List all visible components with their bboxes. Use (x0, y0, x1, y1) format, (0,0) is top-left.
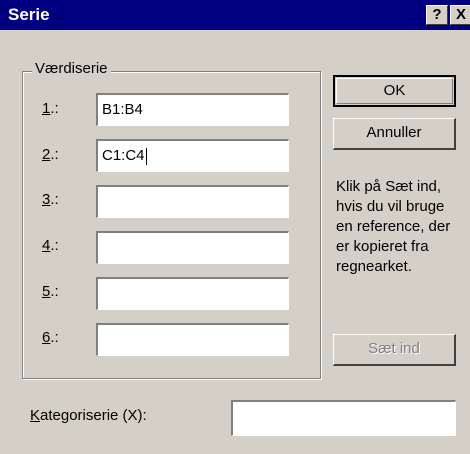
series-3-label-suffix: .: (50, 191, 59, 208)
series-2-field[interactable]: C1:C4 (96, 139, 289, 172)
text-caret (145, 147, 147, 165)
series-4-field[interactable] (96, 231, 289, 264)
dialog-title: Serie (8, 5, 50, 24)
series-6-field[interactable] (96, 323, 289, 356)
category-series-label: Kategoriserie (X): (30, 407, 147, 424)
help-text: Klik på Sæt ind, hvis du vil bruge en re… (336, 178, 451, 275)
ok-button[interactable]: OK (333, 75, 456, 107)
title-bar: Serie ? X (0, 0, 470, 30)
series-6-label-suffix: .: (50, 329, 59, 346)
series-1-label: 1.: (42, 100, 59, 117)
category-series-label-text: ategoriserie (X): (40, 407, 147, 424)
ok-button-label: OK (383, 82, 406, 99)
series-2-value: C1:C4 (102, 147, 145, 164)
series-5-field[interactable] (96, 277, 289, 310)
series-1-label-suffix: .: (50, 100, 59, 117)
series-dialog: Serie ? X Værdiserie 1.: B1:B4 2.: C1:C4… (0, 0, 470, 454)
series-5-label: 5.: (42, 283, 59, 300)
series-1-field[interactable]: B1:B4 (96, 93, 289, 126)
category-series-hotkey: K (30, 407, 41, 424)
series-3-field[interactable] (96, 185, 289, 218)
cancel-button[interactable]: Annuller (333, 118, 456, 150)
help-button[interactable]: ? (426, 5, 448, 25)
series-5-label-suffix: .: (50, 283, 59, 300)
series-2-label: 2.: (42, 146, 59, 163)
paste-button[interactable]: Sæt ind (333, 334, 456, 366)
series-2-label-suffix: .: (50, 146, 59, 163)
value-series-group-label: Værdiserie (32, 60, 111, 77)
series-6-label: 6.: (42, 329, 59, 346)
series-3-label: 3.: (42, 191, 59, 208)
category-series-field[interactable] (231, 400, 456, 436)
close-button[interactable]: X (450, 5, 470, 25)
series-4-label-suffix: .: (50, 237, 59, 254)
series-4-label: 4.: (42, 237, 59, 254)
